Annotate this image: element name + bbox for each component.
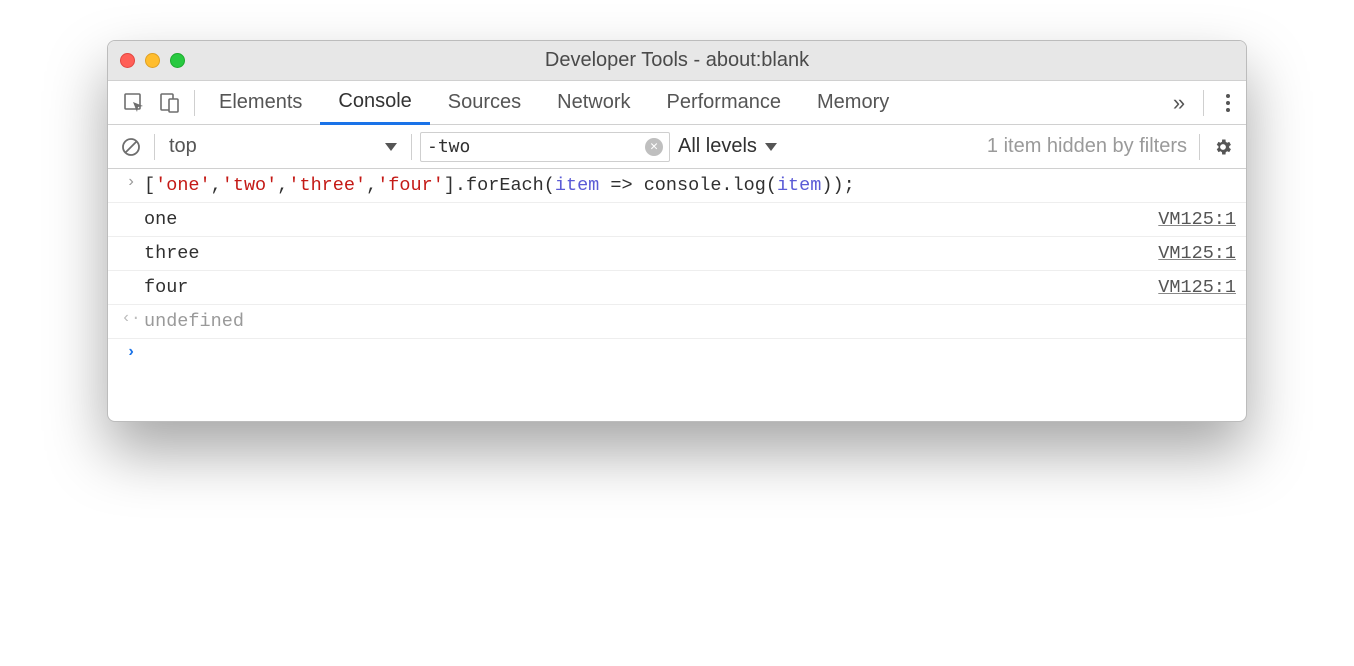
log-message: one [144, 207, 1158, 230]
console-return-row: ‹· undefined [108, 305, 1246, 339]
tab-network[interactable]: Network [539, 81, 648, 125]
minimize-window-button[interactable] [145, 53, 160, 68]
titlebar[interactable]: Developer Tools - about:blank [108, 41, 1246, 81]
log-source-link[interactable]: VM125:1 [1158, 207, 1236, 230]
prompt-input[interactable] [144, 343, 1236, 345]
clear-console-icon[interactable] [116, 132, 146, 162]
divider [194, 90, 195, 116]
log-message: three [144, 241, 1158, 264]
tab-console[interactable]: Console [320, 81, 429, 125]
console-prompt-row[interactable]: › [108, 339, 1246, 421]
console-log-row: oneVM125:1 [108, 203, 1246, 237]
return-value: undefined [144, 309, 1236, 332]
execution-context-label: top [169, 135, 197, 158]
console-output: › ['one','two','three','four'].forEach(i… [108, 169, 1246, 421]
input-prompt-icon: › [118, 173, 144, 191]
window-controls [120, 53, 185, 68]
device-toolbar-icon[interactable] [152, 81, 188, 125]
console-toolbar: top -two ✕ All levels 1 item hidden by f… [108, 125, 1246, 169]
hidden-items-note: 1 item hidden by filters [987, 135, 1187, 158]
chevron-down-icon [385, 143, 397, 151]
log-message: four [144, 275, 1158, 298]
close-window-button[interactable] [120, 53, 135, 68]
panel-tabbar: ElementsConsoleSourcesNetworkPerformance… [108, 81, 1246, 125]
prompt-icon: › [118, 343, 144, 361]
inspect-element-icon[interactable] [116, 81, 152, 125]
settings-menu-icon[interactable] [1210, 94, 1246, 112]
log-levels-selector[interactable]: All levels [678, 135, 777, 158]
return-arrow-icon: ‹· [118, 309, 144, 327]
devtools-window: Developer Tools - about:blank ElementsCo… [107, 40, 1247, 422]
more-tabs-button[interactable]: » [1161, 90, 1197, 116]
log-levels-label: All levels [678, 135, 757, 158]
filter-input[interactable]: -two ✕ [420, 132, 670, 162]
console-input-row: › ['one','two','three','four'].forEach(i… [108, 169, 1246, 203]
log-source-link[interactable]: VM125:1 [1158, 241, 1236, 264]
divider [411, 134, 412, 160]
tab-elements[interactable]: Elements [201, 81, 320, 125]
zoom-window-button[interactable] [170, 53, 185, 68]
execution-context-selector[interactable]: top [163, 135, 403, 158]
clear-filter-icon[interactable]: ✕ [645, 138, 663, 156]
tab-memory[interactable]: Memory [799, 81, 907, 125]
console-settings-icon[interactable] [1208, 132, 1238, 162]
chevron-down-icon [765, 143, 777, 151]
divider [154, 134, 155, 160]
divider [1203, 90, 1204, 116]
divider [1199, 134, 1200, 160]
tab-performance[interactable]: Performance [649, 81, 800, 125]
console-input-code: ['one','two','three','four'].forEach(ite… [144, 173, 1236, 196]
window-title: Developer Tools - about:blank [108, 49, 1246, 72]
filter-value: -two [427, 136, 470, 157]
log-source-link[interactable]: VM125:1 [1158, 275, 1236, 298]
console-log-row: threeVM125:1 [108, 237, 1246, 271]
console-log-row: fourVM125:1 [108, 271, 1246, 305]
tab-sources[interactable]: Sources [430, 81, 539, 125]
